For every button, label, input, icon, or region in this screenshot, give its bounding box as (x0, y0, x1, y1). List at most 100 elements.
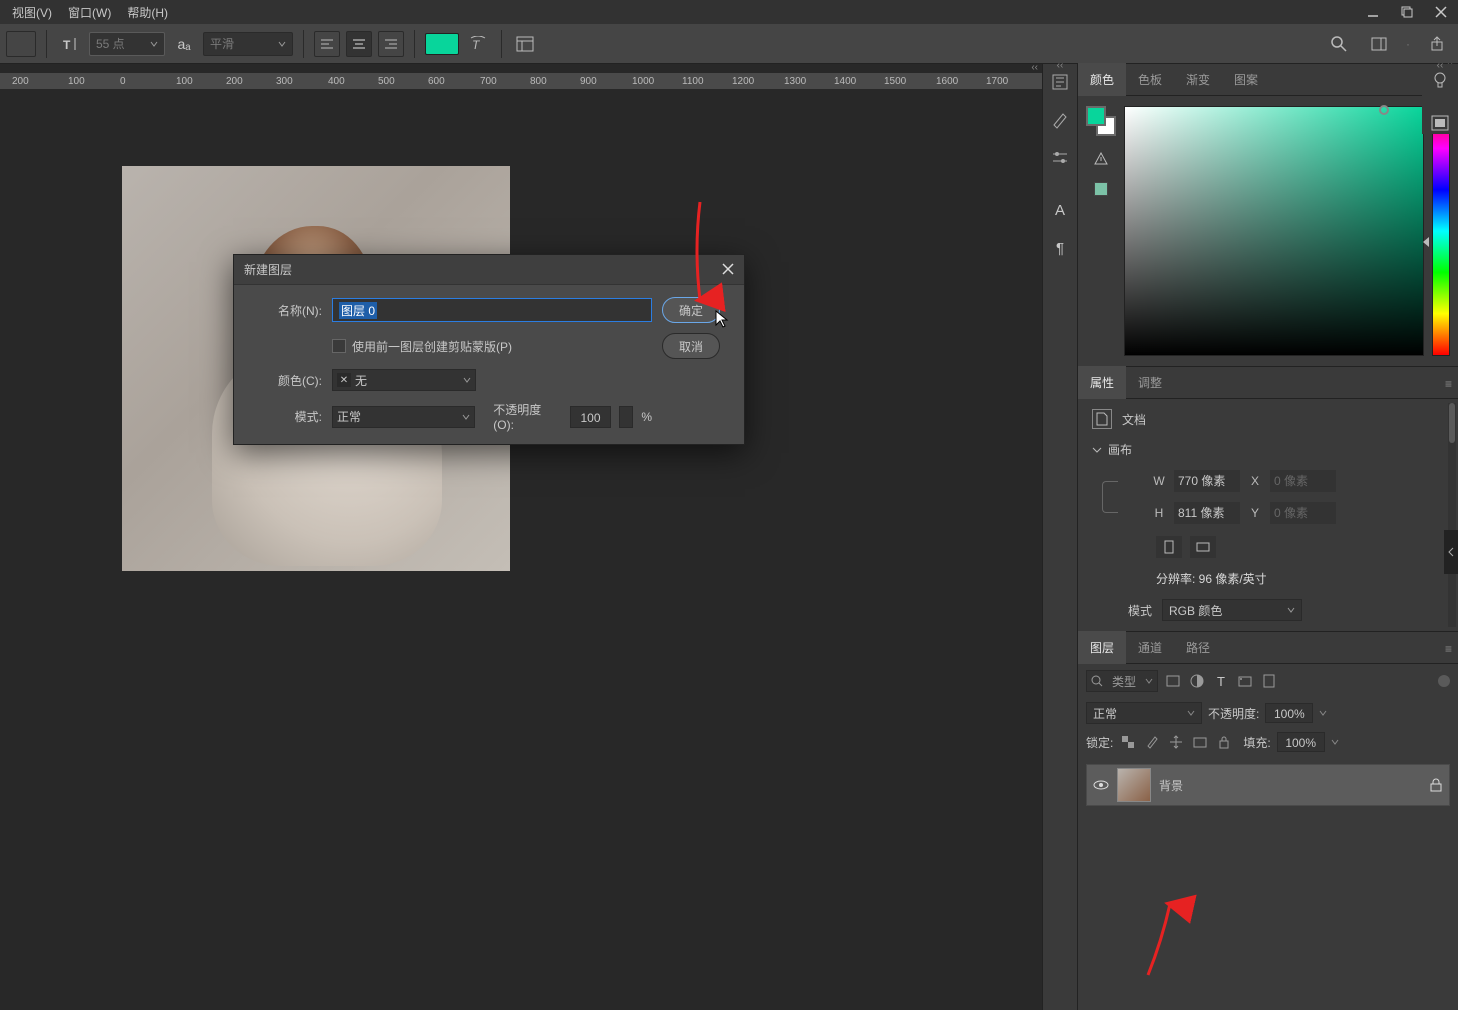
text-color-swatch[interactable] (425, 33, 459, 55)
mode-label: 模式 (1128, 602, 1152, 619)
lock-artboard-icon[interactable] (1191, 733, 1209, 751)
gamut-warning-icon[interactable] (1094, 152, 1108, 166)
chevron-down-icon[interactable] (1319, 709, 1327, 717)
scrollbar[interactable] (1448, 403, 1456, 627)
paragraph-icon[interactable]: ¶ (1050, 238, 1070, 258)
opacity-spinner[interactable] (619, 406, 633, 428)
panel-menu-icon[interactable]: ≡ (1445, 642, 1452, 656)
character-icon[interactable]: A (1050, 200, 1070, 220)
cancel-button[interactable]: 取消 (662, 333, 720, 359)
opacity-label: 不透明度: (1208, 705, 1259, 722)
text-orientation-icon[interactable]: T (57, 31, 83, 57)
share-icon[interactable] (1424, 31, 1450, 57)
layer-filter-type[interactable]: 类型 (1086, 670, 1158, 692)
dialog-titlebar[interactable]: 新建图层 (234, 255, 744, 285)
view-mode-button[interactable] (1366, 31, 1392, 57)
canvas-background[interactable] (0, 90, 1042, 1010)
search-icon[interactable] (1326, 31, 1352, 57)
hue-strip[interactable] (1432, 106, 1450, 356)
tab-color[interactable]: 颜色 (1078, 63, 1126, 96)
visibility-icon[interactable] (1093, 777, 1109, 793)
anti-alias-combo[interactable]: 平滑 (203, 32, 293, 56)
filter-smart-icon[interactable] (1260, 672, 1278, 690)
filter-shape-icon[interactable] (1236, 672, 1254, 690)
tab-layers[interactable]: 图层 (1078, 631, 1126, 664)
align-center-button[interactable] (346, 31, 372, 57)
blend-mode-select[interactable]: 正常 (332, 406, 475, 428)
tab-gradient[interactable]: 渐变 (1174, 63, 1222, 96)
clipmask-checkbox-row[interactable]: 使用前一图层创建剪贴蒙版(P) (332, 338, 652, 355)
tab-pattern[interactable]: 图案 (1222, 63, 1270, 96)
lock-paint-icon[interactable] (1143, 733, 1161, 751)
chevron-down-icon[interactable] (1331, 738, 1339, 746)
tab-properties[interactable]: 属性 (1078, 366, 1126, 399)
filter-adjustment-icon[interactable] (1188, 672, 1206, 690)
layer-row-background[interactable]: 背景 (1086, 764, 1450, 806)
panel-menu-icon[interactable]: ≡ (1445, 377, 1452, 391)
height-input[interactable]: 811 像素 (1174, 502, 1240, 524)
adjust-icon[interactable] (1050, 148, 1070, 168)
font-size-combo[interactable]: 55 点 (89, 32, 165, 56)
tab-adjustments[interactable]: 调整 (1126, 366, 1174, 399)
canvas-section-toggle[interactable]: 画布 (1092, 441, 1444, 458)
ruler-horizontal[interactable]: 2001000100200300400500600700800900100011… (0, 73, 1042, 89)
tab-channels[interactable]: 通道 (1126, 631, 1174, 664)
layer-thumbnail[interactable] (1117, 768, 1151, 802)
layer-fill-input[interactable]: 100% (1277, 732, 1325, 752)
learn-icon[interactable] (1431, 72, 1449, 93)
lock-position-icon[interactable] (1167, 733, 1185, 751)
brush-icon[interactable] (1050, 110, 1070, 130)
opacity-input[interactable]: 100 (570, 406, 612, 428)
lock-transparency-icon[interactable] (1119, 733, 1137, 751)
fg-bg-swatch[interactable] (1086, 106, 1116, 136)
warp-text-button[interactable]: T (465, 31, 491, 57)
lock-icon[interactable] (1429, 778, 1443, 792)
align-right-button[interactable] (378, 31, 404, 57)
layer-color-select[interactable]: ✕无 (332, 369, 476, 391)
lock-all-icon[interactable] (1215, 733, 1233, 751)
history-icon[interactable] (1050, 72, 1070, 92)
menu-view[interactable]: 视图(V) (4, 0, 60, 25)
width-label: W (1152, 474, 1166, 488)
close-button[interactable] (1424, 0, 1458, 24)
separator (414, 30, 415, 58)
hue-slider-handle[interactable] (1423, 237, 1429, 247)
character-panel-button[interactable] (512, 31, 538, 57)
canvas-area: ‹‹ 2001000100200300400500600700800900100… (0, 64, 1042, 1010)
tab-collapse-icon[interactable]: ‹‹ (1031, 62, 1038, 73)
ok-button[interactable]: 确定 (662, 297, 720, 323)
filter-toggle[interactable] (1438, 675, 1450, 687)
minimize-button[interactable] (1356, 0, 1390, 24)
gamut-color-swatch[interactable] (1094, 182, 1108, 196)
dialog-close-button[interactable] (718, 259, 738, 279)
blend-mode-select[interactable]: 正常 (1086, 702, 1202, 724)
tool-preset-dropdown[interactable] (6, 31, 36, 57)
chevron-down-icon (150, 40, 158, 48)
maximize-button[interactable] (1390, 0, 1424, 24)
color-picker-field[interactable] (1124, 106, 1424, 356)
filter-type-icon[interactable]: T (1212, 672, 1230, 690)
expand-chevron-icon[interactable]: ‹‹ (1437, 60, 1444, 71)
layer-opacity-input[interactable]: 100% (1265, 703, 1313, 723)
orientation-portrait-button[interactable] (1156, 536, 1182, 558)
orientation-landscape-button[interactable] (1190, 536, 1216, 558)
libraries-icon[interactable] (1431, 115, 1449, 134)
expand-chevron-icon[interactable]: ‹‹ (1057, 60, 1064, 71)
picker-handle[interactable] (1379, 105, 1389, 115)
menu-help[interactable]: 帮助(H) (119, 0, 176, 25)
x-input[interactable]: 0 像素 (1270, 470, 1336, 492)
link-dimensions-icon[interactable] (1102, 481, 1118, 513)
menu-window[interactable]: 窗口(W) (60, 0, 119, 25)
color-mode-select[interactable]: RGB 颜色 (1162, 599, 1302, 621)
layer-name-input[interactable]: 图层 0 (332, 298, 652, 322)
layers-panel: 图层 通道 路径 ≡ 类型 T 正常 不透明度: (1078, 632, 1458, 1010)
checkbox-icon[interactable] (332, 339, 346, 353)
none-icon: ✕ (337, 373, 351, 387)
width-input[interactable]: 770 像素 (1174, 470, 1240, 492)
y-input[interactable]: 0 像素 (1270, 502, 1336, 524)
filter-pixel-icon[interactable] (1164, 672, 1182, 690)
panel-collapse-tab[interactable] (1444, 530, 1458, 574)
align-left-button[interactable] (314, 31, 340, 57)
tab-swatches[interactable]: 色板 (1126, 63, 1174, 96)
tab-paths[interactable]: 路径 (1174, 631, 1222, 664)
